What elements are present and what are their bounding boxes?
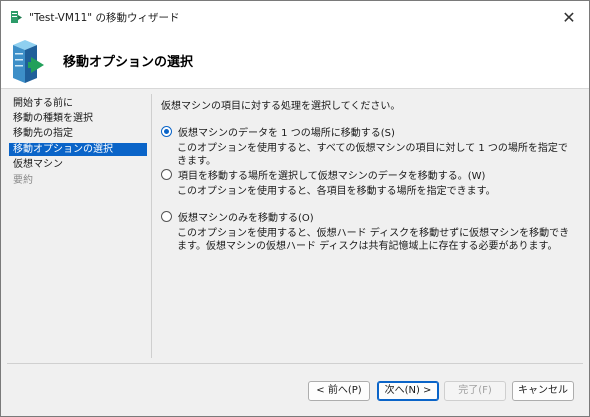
option-move-all-data-radio[interactable]: 仮想マシンのデータを 1 つの場所に移動する(S) bbox=[161, 124, 395, 139]
option-label: 仮想マシンのデータを 1 つの場所に移動する(S) bbox=[178, 128, 395, 139]
window-title: "Test-VM11" の移動ウィザード bbox=[29, 12, 180, 24]
radio-button[interactable] bbox=[161, 169, 172, 180]
option-description: このオプションを使用すると、すべての仮想マシンの項目に対して 1 つの場所を指定… bbox=[177, 143, 568, 167]
footer-divider bbox=[7, 363, 583, 364]
option-label: 項目を移動する場所を選択して仮想マシンのデータを移動する。(W) bbox=[178, 171, 486, 182]
server-move-icon bbox=[13, 40, 44, 83]
sidebar-item-summary: 要約 bbox=[13, 175, 33, 186]
previous-button[interactable]: < 前へ(P) bbox=[308, 381, 370, 401]
wizard-steps-nav: 開始する前に 移動の種類を選択 移動先の指定 移動オプションの選択 仮想マシン … bbox=[1, 94, 147, 356]
wizard-window: "Test-VM11" の移動ウィザード ✕ 移動オプションの選択 開始する前に… bbox=[0, 0, 590, 417]
next-button[interactable]: 次へ(N) > bbox=[377, 381, 439, 401]
move-wizard-icon bbox=[11, 11, 22, 23]
radio-button[interactable] bbox=[161, 211, 172, 222]
sidebar-item-virtual-machine[interactable]: 仮想マシン bbox=[9, 158, 147, 171]
option-description: このオプションを使用すると、仮想ハード ディスクを移動せずに仮想マシンを移動でき… bbox=[177, 228, 570, 252]
cancel-button[interactable]: キャンセル bbox=[512, 381, 574, 401]
option-description: このオプションを使用すると、各項目を移動する場所を指定できます。 bbox=[177, 186, 496, 197]
finish-button: 完了(F) bbox=[444, 381, 506, 401]
sidebar-item-before-you-begin[interactable]: 開始する前に bbox=[9, 97, 147, 110]
radio-button-checked[interactable] bbox=[161, 126, 172, 137]
close-button[interactable]: ✕ bbox=[549, 1, 589, 33]
sidebar-item-move-options[interactable]: 移動オプションの選択 bbox=[9, 143, 147, 156]
page-title: 移動オプションの選択 bbox=[63, 55, 194, 70]
option-move-vm-only-radio[interactable]: 仮想マシンのみを移動する(O) bbox=[161, 209, 314, 224]
sidebar-item-destination[interactable]: 移動先の指定 bbox=[9, 127, 147, 140]
option-move-items-separately-radio[interactable]: 項目を移動する場所を選択して仮想マシンのデータを移動する。(W) bbox=[161, 167, 485, 182]
close-icon: ✕ bbox=[562, 7, 576, 27]
option-label: 仮想マシンのみを移動する(O) bbox=[178, 213, 314, 224]
nav-divider bbox=[151, 94, 152, 358]
instruction-text: 仮想マシンの項目に対する処理を選択してください。 bbox=[161, 101, 401, 112]
title-bar: "Test-VM11" の移動ウィザード ✕ bbox=[1, 1, 589, 33]
sidebar-item-move-type[interactable]: 移動の種類を選択 bbox=[9, 112, 147, 125]
wizard-header: 移動オプションの選択 bbox=[1, 33, 589, 89]
